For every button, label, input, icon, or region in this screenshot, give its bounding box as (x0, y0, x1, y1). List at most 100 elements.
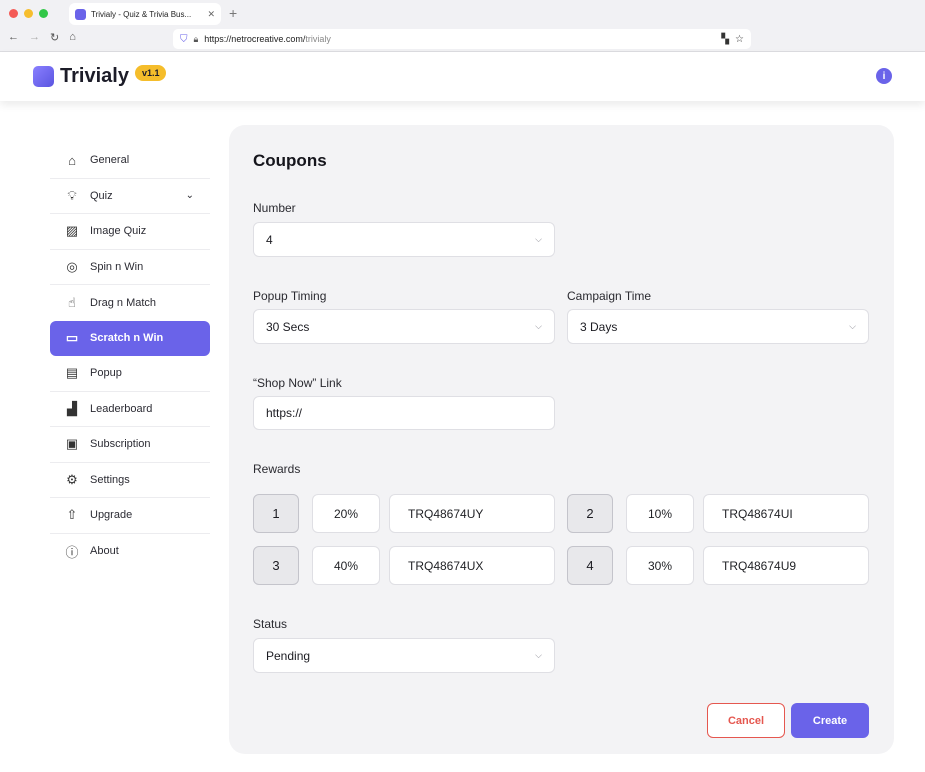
reward-number: 4 (567, 546, 613, 585)
image-icon: ▨ (65, 223, 79, 239)
campaign-time-label: Campaign Time (567, 289, 652, 303)
reward-code-input[interactable]: TRQ48674UX (389, 546, 555, 585)
reward-percent-input[interactable]: 40% (312, 546, 380, 585)
sidebar-item-scratch-n-win[interactable]: ▭ Scratch n Win (50, 320, 210, 356)
reward-percent-input[interactable]: 20% (312, 494, 380, 533)
sidebar-item-label: Quiz (90, 189, 113, 202)
rewards-label: Rewards (253, 462, 301, 476)
campaign-time-select[interactable]: 3 Days ⌵ (567, 309, 869, 344)
status-label: Status (253, 617, 288, 631)
sidebar-item-label: Drag n Match (90, 296, 157, 309)
shop-now-link-value: https:// (266, 406, 303, 420)
extensions-icon[interactable]: ▚ (721, 34, 729, 45)
minimize-window-button[interactable] (24, 9, 33, 18)
number-value: 4 (266, 232, 273, 247)
sidebar-item-label: Image Quiz (90, 225, 147, 238)
sidebar-item-about[interactable]: ⓘ About (50, 534, 210, 570)
url-path: trivialy (305, 34, 331, 44)
reward-number: 3 (253, 546, 299, 585)
browser-chrome: Trivialy - Quiz & Trivia Bus... ✕ + ← → … (0, 0, 925, 52)
sidebar-item-spin-n-win[interactable]: ◎ Spin n Win (50, 250, 210, 285)
sidebar-item-label: Upgrade (90, 509, 133, 522)
reward-percent-input[interactable]: 30% (626, 546, 694, 585)
gear-icon: ⚙︎ (66, 471, 78, 487)
shop-now-link-label: “Shop Now” Link (253, 376, 342, 390)
reward-number: 2 (567, 494, 613, 533)
popup-icon: ▤ (65, 365, 79, 381)
close-window-button[interactable] (9, 9, 18, 18)
bookmark-star-icon[interactable]: ☆ (735, 34, 744, 45)
chevron-down-icon: ⌵ (849, 321, 856, 331)
tab-close-icon[interactable]: ✕ (207, 9, 215, 20)
status-value: Pending (266, 648, 311, 663)
new-tab-icon[interactable]: + (229, 5, 237, 21)
sidebar-item-label: About (90, 545, 119, 558)
tab-title: Trivialy - Quiz & Trivia Bus... (91, 9, 192, 19)
podium-icon: ▟ (67, 400, 77, 416)
chevron-down-icon[interactable]: ⌄ (186, 190, 194, 201)
popup-timing-select[interactable]: 30 Secs ⌵ (253, 309, 555, 344)
tab-favicon-icon (75, 8, 86, 20)
reward-code-input[interactable]: TRQ48674UY (389, 494, 555, 533)
version-badge: v1.1 (134, 64, 167, 81)
sidebar-item-label: Scratch n Win (90, 332, 164, 345)
home-icon: ⌂ (68, 152, 76, 168)
reward-code-input[interactable]: TRQ48674U9 (703, 546, 869, 585)
popup-timing-value: 30 Secs (266, 319, 310, 334)
info-circle-icon: ⓘ (65, 544, 79, 560)
sidebar-item-quiz[interactable]: 💡︎ Quiz ⌄ (50, 179, 210, 214)
reward-number: 1 (253, 494, 299, 533)
sidebar-item-subscription[interactable]: ▣ Subscription (50, 427, 210, 463)
subscription-icon: ▣ (65, 436, 79, 452)
logo-mark-icon (33, 66, 54, 87)
window-controls (9, 9, 48, 18)
sidebar: ⌂ General 💡︎ Quiz ⌄ ▨ Image Quiz ◎ Spin … (50, 143, 210, 569)
sidebar-item-label: Popup (90, 367, 122, 380)
nav-buttons: ← → ↻ ⌂ (8, 31, 76, 44)
sidebar-item-general[interactable]: ⌂ General (50, 143, 210, 179)
app-name: Trivialy (60, 65, 129, 87)
coupons-panel: Coupons Number 4 ⌵ Popup Timing 30 Secs … (229, 125, 894, 754)
url-host: https://netrocreative.com/ (204, 34, 306, 44)
campaign-time-value: 3 Days (580, 319, 618, 334)
sidebar-item-label: Spin n Win (90, 260, 144, 273)
create-button[interactable]: Create (791, 703, 869, 738)
sidebar-item-leaderboard[interactable]: ▟ Leaderboard (50, 392, 210, 427)
sidebar-item-label: Subscription (90, 438, 151, 451)
reward-code-input[interactable]: TRQ48674UI (703, 494, 869, 533)
status-select[interactable]: Pending ⌵ (253, 638, 555, 673)
sidebar-item-image-quiz[interactable]: ▨ Image Quiz (50, 214, 210, 250)
chevron-down-icon: ⌵ (535, 650, 542, 660)
lightbulb-icon: 💡︎ (67, 187, 77, 203)
ticket-icon: ▭ (65, 330, 79, 346)
shield-icon: ⛉ (180, 33, 188, 45)
address-bar[interactable]: ⛉ 🔒︎ https://netrocreative.com/trivialy … (173, 29, 751, 49)
sidebar-item-drag-n-match[interactable]: ☝︎ Drag n Match (50, 285, 210, 321)
forward-icon[interactable]: → (29, 31, 40, 44)
browser-tab[interactable]: Trivialy - Quiz & Trivia Bus... ✕ (69, 3, 221, 25)
reward-percent-input[interactable]: 10% (626, 494, 694, 533)
app-logo[interactable]: Trivialy v1.1 (33, 64, 167, 88)
cancel-button[interactable]: Cancel (707, 703, 785, 738)
number-label: Number (253, 201, 296, 215)
target-icon: ◎ (66, 258, 78, 274)
shop-now-link-input[interactable]: https:// (253, 396, 555, 430)
number-select[interactable]: 4 ⌵ (253, 222, 555, 257)
sidebar-item-label: Leaderboard (90, 402, 153, 415)
sidebar-item-upgrade[interactable]: ⇧ Upgrade (50, 498, 210, 534)
sidebar-item-label: General (90, 154, 130, 167)
sidebar-item-popup[interactable]: ▤ Popup (50, 356, 210, 392)
address-bar-actions: ▚ ☆ (721, 34, 744, 45)
lock-icon: 🔒︎ (193, 33, 199, 44)
maximize-window-button[interactable] (39, 9, 48, 18)
chevron-down-icon: ⌵ (535, 234, 542, 244)
drag-icon: ☝︎ (68, 294, 76, 310)
sidebar-item-settings[interactable]: ⚙︎ Settings (50, 463, 210, 498)
chevron-down-icon: ⌵ (535, 321, 542, 331)
home-browser-icon[interactable]: ⌂ (69, 31, 76, 44)
back-icon[interactable]: ← (8, 31, 19, 44)
info-icon[interactable]: i (876, 68, 892, 84)
page-title: Coupons (253, 151, 327, 170)
reload-icon[interactable]: ↻ (50, 31, 59, 44)
upgrade-icon: ⇧ (66, 507, 78, 523)
